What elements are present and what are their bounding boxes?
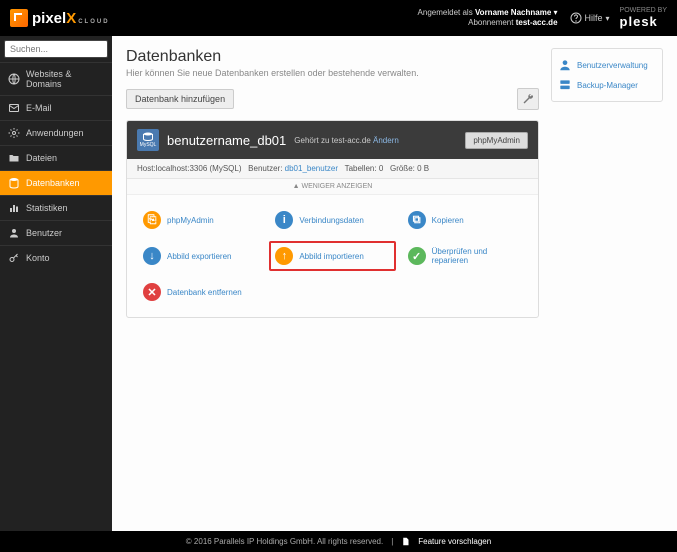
- main-content: Datenbanken Hier können Sie neue Datenba…: [112, 36, 677, 531]
- key-icon: [8, 252, 20, 264]
- gear-icon: [8, 127, 20, 139]
- brand-logo: pixelX CLOUD: [10, 9, 110, 27]
- db-user-link[interactable]: db01_benutzer: [285, 164, 338, 173]
- user-menu[interactable]: Vorname Nachname ▾: [475, 8, 558, 17]
- help-menu[interactable]: Hilfe ▾: [570, 12, 610, 24]
- action-icon: ⎘: [143, 211, 161, 229]
- topbar: pixelX CLOUD Angemeldet als Vorname Nach…: [0, 0, 677, 36]
- action-abbild-exportieren[interactable]: ↓Abbild exportieren: [137, 241, 263, 271]
- action-kopieren[interactable]: ⧉Kopieren: [402, 205, 528, 235]
- mysql-icon: MySQL: [137, 129, 159, 151]
- action-abbild-importieren[interactable]: ↑Abbild importieren: [269, 241, 395, 271]
- database-card: MySQL benutzername_db01 Gehört zu test-a…: [126, 120, 539, 318]
- db-icon: [8, 177, 20, 189]
- change-link[interactable]: Ändern: [373, 136, 399, 145]
- action-icon: i: [275, 211, 293, 229]
- database-name: benutzername_db01: [167, 133, 286, 148]
- nav-user[interactable]: Benutzer: [0, 220, 112, 245]
- footer: © 2016 Parallels IP Holdings GmbH. All r…: [0, 531, 677, 552]
- sidepanel-user[interactable]: Benutzerverwaltung: [558, 55, 656, 75]
- action-icon: ✓: [408, 247, 426, 265]
- nav-mail[interactable]: E-Mail: [0, 95, 112, 120]
- action-phpmyadmin[interactable]: ⎘phpMyAdmin: [137, 205, 263, 235]
- help-icon: [570, 12, 582, 24]
- user-icon: [8, 227, 20, 239]
- nav-globe[interactable]: Websites & Domains: [0, 62, 112, 95]
- user-icon: [558, 58, 572, 72]
- nav-db[interactable]: Datenbanken: [0, 170, 112, 195]
- page-subtitle: Hier können Sie neue Datenbanken erstell…: [126, 68, 539, 78]
- action-icon: ↓: [143, 247, 161, 265]
- action-datenbank-entfernen[interactable]: ✕Datenbank entfernen: [137, 277, 263, 307]
- nav-stats[interactable]: Statistiken: [0, 195, 112, 220]
- phpmyadmin-button[interactable]: phpMyAdmin: [465, 132, 528, 149]
- stats-icon: [8, 202, 20, 214]
- feature-link[interactable]: Feature vorschlagen: [418, 537, 491, 546]
- settings-button[interactable]: [517, 88, 539, 110]
- page-title: Datenbanken: [126, 48, 539, 66]
- backup-icon: [558, 78, 572, 92]
- nav-key[interactable]: Konto: [0, 245, 112, 270]
- action-icon: ↑: [275, 247, 293, 265]
- powered-by: POWERED BY plesk: [620, 7, 667, 29]
- action-icon: ✕: [143, 283, 161, 301]
- action-verbindungsdaten[interactable]: iVerbindungsdaten: [269, 205, 395, 235]
- nav-folder[interactable]: Dateien: [0, 145, 112, 170]
- subscription-link[interactable]: test-acc.de: [516, 18, 558, 27]
- action-icon: ⧉: [408, 211, 426, 229]
- action-überprüfen-und-reparieren[interactable]: ✓Überprüfen und reparieren: [402, 241, 528, 271]
- side-panel: BenutzerverwaltungBackup-Manager: [551, 48, 663, 102]
- search-input[interactable]: [4, 40, 108, 58]
- mail-icon: [8, 102, 20, 114]
- folder-icon: [8, 152, 20, 164]
- doc-icon: [401, 537, 410, 546]
- sidepanel-backup[interactable]: Backup-Manager: [558, 75, 656, 95]
- nav-gear[interactable]: Anwendungen: [0, 120, 112, 145]
- account-info: Angemeldet als Vorname Nachname ▾ Abonne…: [418, 8, 558, 29]
- logo-mark-icon: [10, 9, 28, 27]
- globe-icon: [8, 73, 20, 85]
- database-belongs: Gehört zu test-acc.de Ändern: [294, 136, 399, 145]
- add-database-button[interactable]: Datenbank hinzufügen: [126, 89, 234, 109]
- wrench-icon: [522, 93, 534, 105]
- database-meta: Host:localhost:3306 (MySQL) Benutzer: db…: [127, 159, 538, 179]
- sidebar: Websites & DomainsE-MailAnwendungenDatei…: [0, 36, 112, 531]
- toggle-details[interactable]: ▲ WENIGER ANZEIGEN: [127, 179, 538, 195]
